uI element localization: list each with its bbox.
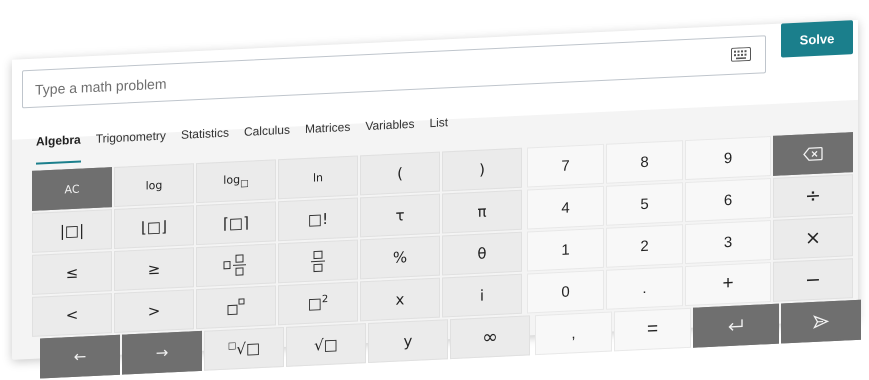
x-variable-key[interactable]: x [360, 278, 440, 322]
left-paren-key[interactable]: ( [360, 152, 440, 196]
imaginary-key[interactable]: i [442, 274, 522, 318]
greater-equal-key[interactable]: ≥ [114, 247, 194, 291]
digit-6-key[interactable]: 6 [685, 178, 771, 222]
fraction-icon [310, 249, 326, 274]
all-clear-key[interactable]: AC [32, 167, 112, 211]
log-key[interactable]: log [114, 163, 194, 207]
keyboard-icon[interactable] [731, 47, 751, 62]
less-equal-key[interactable]: ≤ [32, 251, 112, 295]
multiply-key[interactable]: × [773, 216, 853, 260]
log-base-key[interactable]: log□ [196, 159, 276, 203]
tab-statistics[interactable]: Statistics [181, 126, 229, 158]
tab-list[interactable]: List [429, 115, 448, 146]
factorial-key[interactable]: □! [278, 197, 358, 241]
cursor-right-key[interactable]: → [122, 331, 202, 375]
enter-icon [727, 318, 745, 333]
tab-trigonometry[interactable]: Trigonometry [96, 129, 166, 162]
ln-key[interactable]: ln [278, 155, 358, 199]
absolute-value-key[interactable]: |□| [32, 209, 112, 253]
log-base-label: log□ [223, 173, 248, 190]
minus-key[interactable]: − [773, 258, 853, 302]
digit-7-key[interactable]: 7 [527, 144, 604, 188]
digit-5-key[interactable]: 5 [606, 182, 683, 226]
square-label: □2 [308, 294, 329, 313]
nth-root-key[interactable]: □√□ [204, 327, 284, 371]
backspace-key[interactable] [773, 132, 853, 176]
comma-key[interactable]: , [535, 312, 612, 356]
equals-key[interactable]: = [614, 308, 691, 352]
backspace-icon [803, 147, 823, 162]
tab-algebra[interactable]: Algebra [36, 133, 81, 165]
tab-variables[interactable]: Variables [365, 117, 414, 149]
tau-key[interactable]: τ [360, 194, 440, 238]
digit-4-key[interactable]: 4 [527, 186, 604, 230]
digit-8-key[interactable]: 8 [606, 140, 683, 184]
mixed-fraction-icon [223, 253, 249, 278]
plus-key[interactable]: + [685, 262, 771, 306]
tab-matrices[interactable]: Matrices [305, 120, 350, 152]
fraction-key[interactable] [278, 239, 358, 283]
digit-1-key[interactable]: 1 [527, 228, 604, 272]
nth-root-label: □√□ [228, 339, 260, 359]
mixed-fraction-key[interactable] [196, 243, 276, 287]
math-solver-stage: Solve Algebra Trigonometry Statistics Ca… [0, 0, 869, 374]
digit-3-key[interactable]: 3 [685, 220, 771, 264]
submit-key[interactable] [781, 300, 861, 344]
enter-key[interactable] [693, 304, 779, 348]
decimal-point-key[interactable]: . [606, 266, 683, 310]
square-root-key[interactable]: √□ [286, 323, 366, 367]
percent-key[interactable]: % [360, 236, 440, 280]
y-variable-key[interactable]: y [368, 319, 448, 363]
power-key[interactable] [196, 285, 276, 329]
power-icon [226, 297, 246, 318]
tab-calculus[interactable]: Calculus [244, 123, 290, 155]
floor-key[interactable]: ⌊□⌋ [114, 205, 194, 249]
digit-2-key[interactable]: 2 [606, 224, 683, 268]
divide-key[interactable]: ÷ [773, 174, 853, 218]
square-key[interactable]: □2 [278, 281, 358, 325]
pi-key[interactable]: π [442, 190, 522, 234]
digit-9-key[interactable]: 9 [685, 136, 771, 180]
right-paren-key[interactable]: ) [442, 148, 522, 192]
greater-than-key[interactable]: > [114, 289, 194, 333]
ceiling-key[interactable]: ⌈□⌉ [196, 201, 276, 245]
solve-button[interactable]: Solve [781, 20, 853, 57]
theta-key[interactable]: θ [442, 232, 522, 276]
cursor-left-key[interactable]: ← [40, 335, 120, 379]
digit-0-key[interactable]: 0 [527, 270, 604, 314]
less-than-key[interactable]: < [32, 293, 112, 337]
infinity-key[interactable]: ∞ [450, 315, 530, 359]
submit-icon [813, 314, 829, 329]
